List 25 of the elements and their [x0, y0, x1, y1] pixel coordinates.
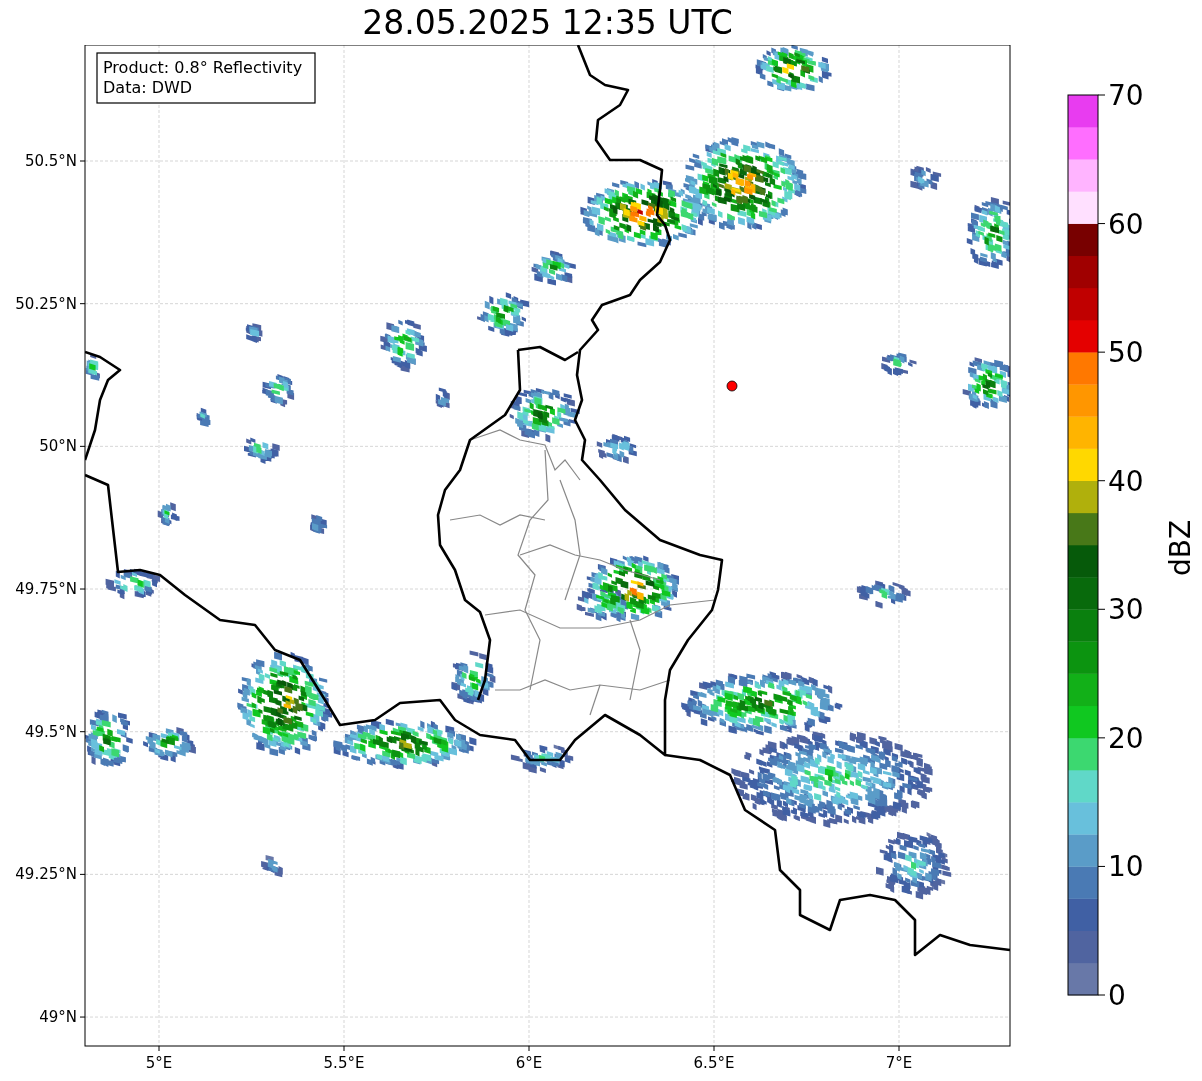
- colorbar-tick-label: 30: [1108, 593, 1144, 627]
- axis-tick-label: 49.25°N: [15, 865, 77, 884]
- colorbar-tick-label: 60: [1108, 207, 1144, 241]
- axis-tick-label: 50.5°N: [24, 152, 77, 170]
- axis-tick-label: 6.5°E: [693, 1054, 735, 1072]
- axis-tick-label: 49.5°N: [24, 722, 77, 741]
- colorbar-tick-label: 10: [1108, 850, 1144, 884]
- axis-tick-label: 6°E: [515, 1054, 543, 1072]
- colorbar-tick-label: 70: [1108, 79, 1144, 112]
- colorbar-label: dBZ: [1164, 519, 1197, 577]
- colorbar-tick-label: 20: [1108, 721, 1144, 755]
- colorbar-tick-label: 50: [1108, 336, 1144, 370]
- axis-tick-label: 5.5°E: [323, 1054, 365, 1072]
- axis-tick-label: 50.25°N: [15, 294, 77, 313]
- radar-site-marker: [726, 380, 738, 392]
- axis-tick-label: 7°E: [885, 1054, 913, 1072]
- colorbar-tick-label: 40: [1108, 464, 1144, 498]
- chart-title: 28.05.2025 12:35 UTC: [362, 2, 733, 44]
- colorbar-tick-label: 0: [1108, 979, 1126, 1012]
- axis-tick-label: 50°N: [39, 437, 77, 456]
- info-text: Product: 0.8° Reflectivity: [103, 58, 303, 77]
- axis-tick-label: 49°N: [39, 1008, 77, 1027]
- axis-tick-label: 5°E: [145, 1054, 173, 1072]
- axis-tick-label: 49.75°N: [15, 580, 77, 599]
- info-text: Data: DWD: [103, 78, 193, 97]
